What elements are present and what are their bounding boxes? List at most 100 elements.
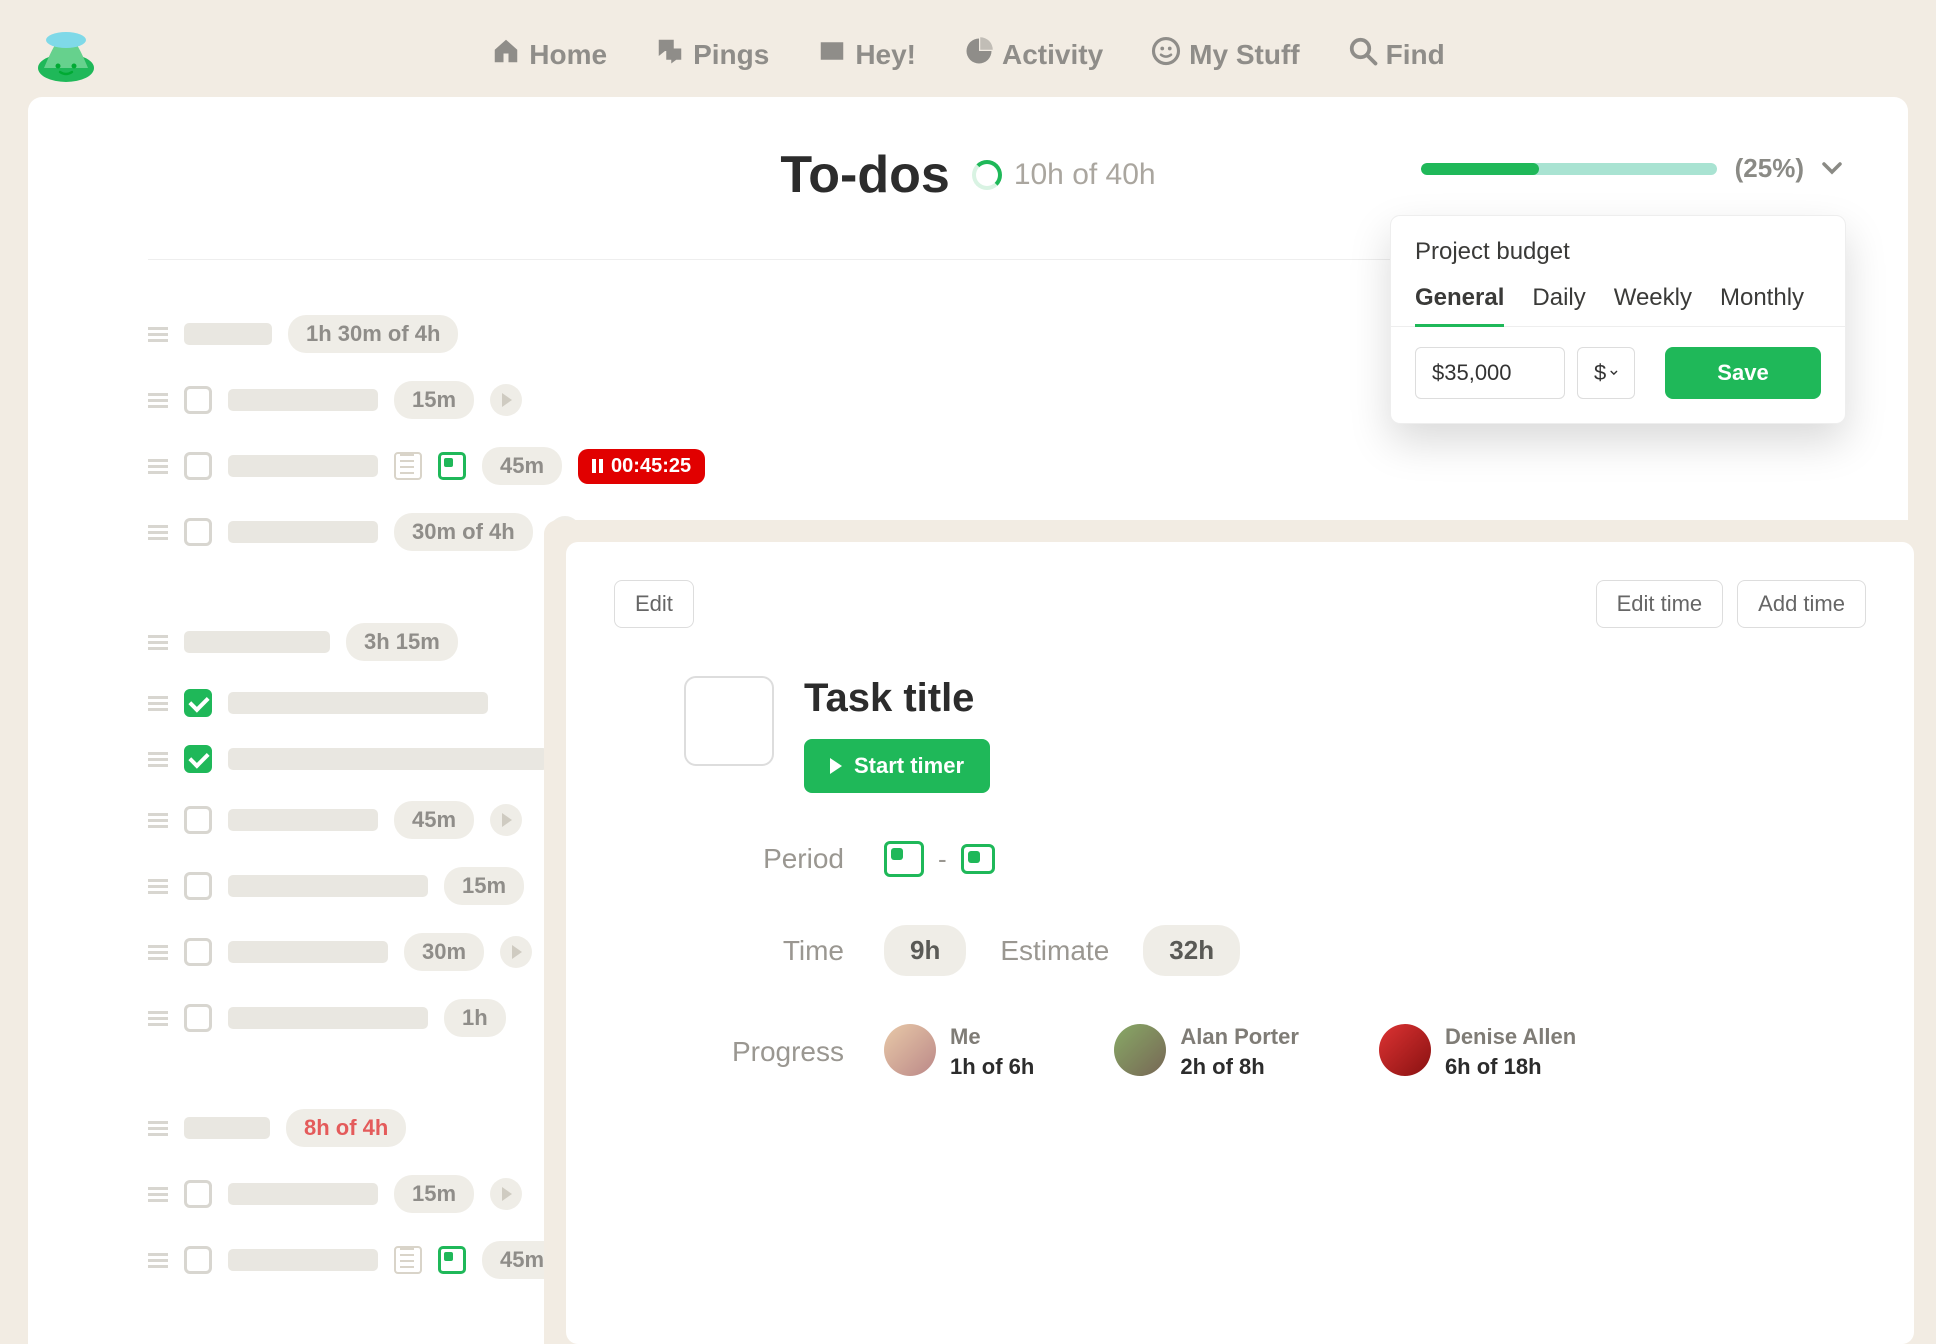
task-title-placeholder <box>228 389 378 411</box>
budget-tab-general[interactable]: General <box>1415 284 1504 327</box>
nav-mystuff[interactable]: My Stuff <box>1151 36 1299 73</box>
nav-find[interactable]: Find <box>1348 36 1445 73</box>
drag-handle-icon[interactable] <box>148 1011 168 1026</box>
budget-amount-input[interactable] <box>1415 347 1565 399</box>
calendar-icon[interactable] <box>438 1246 466 1274</box>
task-title-placeholder <box>228 809 378 831</box>
play-button[interactable] <box>490 804 522 836</box>
play-button[interactable] <box>490 1178 522 1210</box>
budget-tab-weekly[interactable]: Weekly <box>1614 284 1692 326</box>
task-title-placeholder <box>228 692 488 714</box>
task-title-placeholder <box>228 1007 428 1029</box>
budget-tab-monthly[interactable]: Monthly <box>1720 284 1804 326</box>
date-end-icon[interactable] <box>961 844 995 874</box>
edit-time-button[interactable]: Edit time <box>1596 580 1724 628</box>
nav-label: My Stuff <box>1189 39 1299 71</box>
task-title-placeholder <box>228 1183 378 1205</box>
task-checkbox[interactable] <box>184 806 212 834</box>
drag-handle-icon[interactable] <box>148 945 168 960</box>
nav-activity[interactable]: Activity <box>964 36 1103 73</box>
task-time-pill: 45m <box>482 447 562 485</box>
nav-home[interactable]: Home <box>491 36 607 73</box>
task-checkbox[interactable] <box>184 518 212 546</box>
progress-fill <box>1421 163 1539 175</box>
drag-handle-icon[interactable] <box>148 752 168 767</box>
date-start-icon[interactable] <box>884 841 924 877</box>
task-row[interactable]: 45m 00:45:25 <box>148 447 1788 485</box>
task-checkbox[interactable] <box>184 1246 212 1274</box>
task-checkbox[interactable] <box>184 1004 212 1032</box>
add-time-button[interactable]: Add time <box>1737 580 1866 628</box>
group-title-placeholder <box>184 323 272 345</box>
person-stat: 6h of 18h <box>1445 1054 1576 1080</box>
task-time-pill: 15m <box>394 1175 474 1213</box>
start-timer-button[interactable]: Start timer <box>804 739 990 793</box>
task-checkbox[interactable] <box>184 872 212 900</box>
task-title-placeholder <box>228 875 428 897</box>
budget-tab-daily[interactable]: Daily <box>1532 284 1585 326</box>
inbox-icon <box>817 36 847 73</box>
nav-hey[interactable]: Hey! <box>817 36 916 73</box>
chevron-down-icon <box>1610 368 1618 378</box>
period-dash: - <box>938 844 947 875</box>
edit-button[interactable]: Edit <box>614 580 694 628</box>
drag-handle-icon[interactable] <box>148 393 168 408</box>
task-title-placeholder <box>228 748 548 770</box>
task-time-pill: 30m <box>404 933 484 971</box>
drag-handle-icon[interactable] <box>148 1253 168 1268</box>
task-checkbox[interactable] <box>684 676 774 766</box>
currency-value: $ <box>1594 360 1606 386</box>
period-value: - <box>884 841 1826 877</box>
drag-handle-icon[interactable] <box>148 1121 168 1136</box>
drag-handle-icon[interactable] <box>148 327 168 342</box>
budget-currency-select[interactable]: $ <box>1577 347 1635 399</box>
nav-label: Find <box>1386 39 1445 71</box>
drag-handle-icon[interactable] <box>148 813 168 828</box>
overall-progress[interactable]: (25%) <box>1421 153 1842 184</box>
start-timer-label: Start timer <box>854 753 964 779</box>
pie-icon <box>964 36 994 73</box>
person: Me1h of 6h <box>884 1024 1034 1080</box>
task-title-placeholder <box>228 521 378 543</box>
nav-label: Activity <box>1002 39 1103 71</box>
face-icon <box>1151 36 1181 73</box>
budget-popover: Project budget General Daily Weekly Mont… <box>1390 215 1846 424</box>
drag-handle-icon[interactable] <box>148 879 168 894</box>
progress-bar <box>1421 163 1717 175</box>
top-nav: Home Pings Hey! Activity My Stuff Find <box>0 36 1936 73</box>
task-checkbox[interactable] <box>184 452 212 480</box>
time-label: Time <box>684 935 844 967</box>
play-button[interactable] <box>500 936 532 968</box>
task-checkbox[interactable] <box>184 689 212 717</box>
task-checkbox[interactable] <box>184 938 212 966</box>
group-title-placeholder <box>184 1117 270 1139</box>
chat-icon <box>655 36 685 73</box>
calendar-icon[interactable] <box>438 452 466 480</box>
task-title-placeholder <box>228 1249 378 1271</box>
note-icon[interactable] <box>394 452 422 480</box>
person-stat: 1h of 6h <box>950 1054 1034 1080</box>
estimate-value: 32h <box>1143 925 1240 976</box>
budget-save-button[interactable]: Save <box>1665 347 1821 399</box>
task-checkbox[interactable] <box>184 1180 212 1208</box>
play-button[interactable] <box>490 384 522 416</box>
task-time-pill: 1h <box>444 999 506 1037</box>
progress-people: Me1h of 6hAlan Porter2h of 8hDenise Alle… <box>884 1024 1826 1080</box>
note-icon[interactable] <box>394 1246 422 1274</box>
task-title: Task title <box>804 676 990 721</box>
drag-handle-icon[interactable] <box>148 1187 168 1202</box>
drag-handle-icon[interactable] <box>148 635 168 650</box>
task-checkbox[interactable] <box>184 386 212 414</box>
pause-icon <box>592 459 603 473</box>
task-checkbox[interactable] <box>184 745 212 773</box>
avatar <box>1379 1024 1431 1076</box>
nav-pings[interactable]: Pings <box>655 36 769 73</box>
drag-handle-icon[interactable] <box>148 459 168 474</box>
estimate-label: Estimate <box>1000 935 1109 967</box>
running-timer-badge[interactable]: 00:45:25 <box>578 449 705 484</box>
avatar <box>1114 1024 1166 1076</box>
page-subtitle-text: 10h of 40h <box>1014 158 1156 192</box>
drag-handle-icon[interactable] <box>148 525 168 540</box>
drag-handle-icon[interactable] <box>148 696 168 711</box>
task-title-placeholder <box>228 455 378 477</box>
